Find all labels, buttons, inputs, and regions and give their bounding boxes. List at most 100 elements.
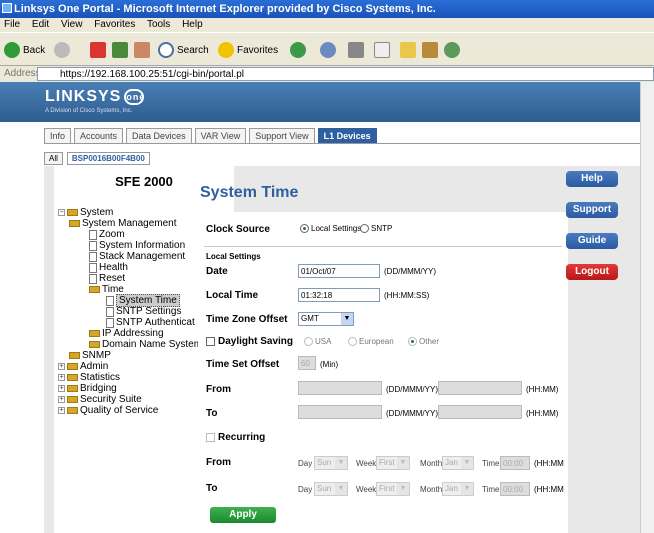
favorites-button[interactable]: Favorites (218, 42, 278, 58)
page-icon (106, 295, 114, 306)
time-set-offset-input[interactable]: 60 (298, 356, 316, 370)
to-label: To (206, 408, 218, 419)
to-time-input[interactable] (438, 405, 522, 419)
device-tab-all[interactable]: All (44, 152, 63, 165)
menu-edit[interactable]: Edit (32, 19, 49, 30)
tree-item-quality-of-service[interactable]: + Quality of Service (58, 405, 202, 416)
menu-file[interactable]: File (4, 19, 20, 30)
tab-var-view[interactable]: VAR View (194, 128, 247, 144)
tree-item-domain-name-system[interactable]: Domain Name System (58, 339, 202, 350)
daylight-saving-toggle[interactable]: Daylight Saving (206, 336, 293, 347)
tree-item-health[interactable]: Health (58, 262, 202, 273)
mail-button[interactable] (320, 42, 336, 58)
clock-source-local[interactable]: Local Settings (300, 224, 361, 234)
refresh-button[interactable] (112, 42, 128, 58)
support-button[interactable]: Support (566, 202, 618, 218)
page-icon (106, 317, 114, 328)
date-input[interactable]: 01/Oct/07 (298, 264, 380, 278)
recurring-to-week-select[interactable]: First ▼ (376, 482, 410, 496)
dst-usa[interactable]: USA (304, 337, 331, 347)
page-scrollbar[interactable] (640, 82, 654, 533)
recurring-to-time-input[interactable]: 00:00 (500, 482, 530, 496)
help-button[interactable]: Help (566, 171, 618, 187)
to-date-input[interactable] (298, 405, 382, 419)
tree-item-statistics[interactable]: + Statistics (58, 372, 202, 383)
tree-item-system-time[interactable]: System Time (58, 294, 202, 307)
messenger-button[interactable] (444, 42, 460, 58)
recurring-to-day-select[interactable]: Sun ▼ (314, 482, 348, 496)
tab-l1-devices[interactable]: L1 Devices (317, 128, 377, 144)
tree-item-system[interactable]: − System (58, 207, 202, 218)
research-button[interactable] (422, 42, 438, 58)
guide-button[interactable]: Guide (566, 233, 618, 249)
tree-item-admin[interactable]: + Admin (58, 361, 202, 372)
menu-tools[interactable]: Tools (147, 19, 170, 30)
recurring-toggle[interactable]: Recurring (206, 432, 265, 443)
to-time-format: (HH:MM) (526, 409, 559, 418)
address-input[interactable]: https://192.168.100.25:51/cgi-bin/portal… (37, 67, 654, 81)
folder-icon (89, 286, 100, 293)
dst-other[interactable]: Other (408, 337, 439, 347)
menu-help[interactable]: Help (182, 19, 203, 30)
apply-button[interactable]: Apply (210, 507, 276, 523)
expand-icon: + (58, 385, 65, 392)
stop-button[interactable] (90, 42, 106, 58)
tree-item-system-information[interactable]: System Information (58, 240, 202, 251)
forward-button[interactable] (54, 42, 70, 58)
tz-offset-label: Time Zone Offset (206, 314, 288, 325)
main-content: System Time Clock Source Local Settings … (192, 166, 568, 533)
recurring-from-month-label: Month (420, 459, 443, 468)
tree-item-zoom[interactable]: Zoom (58, 229, 202, 240)
media-button[interactable] (290, 42, 306, 58)
edit-button[interactable] (374, 42, 390, 58)
radio-selected-icon (408, 337, 417, 347)
from-date-input[interactable] (298, 381, 382, 395)
recurring-from-week-select[interactable]: First ▼ (376, 456, 410, 470)
messenger-icon (444, 42, 460, 58)
tz-offset-select[interactable]: GMT ▼ (298, 312, 354, 326)
folder-icon (89, 341, 100, 348)
tree-item-stack-management[interactable]: Stack Management (58, 251, 202, 262)
local-time-input[interactable]: 01:32:18 (298, 288, 380, 302)
tree-item-reset[interactable]: Reset (58, 273, 202, 284)
recurring-from-month-select[interactable]: Jan ▼ (442, 456, 474, 470)
tree-item-bridging[interactable]: + Bridging (58, 383, 202, 394)
recurring-to-month-select[interactable]: Jan ▼ (442, 482, 474, 496)
logout-button[interactable]: Logout (566, 264, 618, 280)
from-time-input[interactable] (438, 381, 522, 395)
stop-icon (90, 42, 106, 58)
dst-european[interactable]: European (348, 337, 394, 347)
discuss-button[interactable] (400, 42, 416, 58)
tab-accounts[interactable]: Accounts (74, 128, 124, 144)
tree-item-snmp[interactable]: SNMP (58, 350, 202, 361)
device-tab-selected[interactable]: BSP0016B00F4B00 (66, 152, 150, 165)
menu-view[interactable]: View (61, 19, 83, 30)
tree-item-ip-addressing[interactable]: IP Addressing (58, 328, 202, 339)
recurring-from-time-input[interactable]: 00:00 (500, 456, 530, 470)
tree-item-sntp-authentication[interactable]: SNTP Authenticat (58, 317, 202, 328)
back-button[interactable]: Back (4, 42, 45, 58)
browser-toolbar: Back Search Favorites (0, 32, 654, 66)
tree-item-system-management[interactable]: System Management (58, 218, 202, 229)
tab-data-devices[interactable]: Data Devices (126, 128, 192, 144)
radio-icon (304, 337, 313, 347)
recurring-from-day-select[interactable]: Sun ▼ (314, 456, 348, 470)
ie-icon (2, 3, 12, 13)
search-button[interactable]: Search (158, 42, 209, 58)
tab-info[interactable]: Info (44, 128, 72, 144)
recurring-to-time-format: (HH:MM (534, 485, 564, 494)
tab-support-view[interactable]: Support View (249, 128, 315, 144)
page-icon (89, 262, 97, 273)
clock-source-sntp[interactable]: SNTP (360, 224, 392, 234)
main-tabs: Info Accounts Data Devices VAR View Supp… (44, 128, 377, 144)
tree-item-security-suite[interactable]: + Security Suite (58, 394, 202, 405)
chevron-down-icon: ▼ (341, 313, 353, 325)
home-button[interactable] (134, 42, 150, 58)
print-button[interactable] (348, 42, 364, 58)
menu-favorites[interactable]: Favorites (94, 19, 135, 30)
home-icon (134, 42, 150, 58)
folder-icon (400, 42, 416, 58)
folder-icon (67, 374, 78, 381)
tree-item-sntp-settings[interactable]: SNTP Settings (58, 306, 202, 317)
recurring-to-day-label: Day (298, 485, 313, 494)
